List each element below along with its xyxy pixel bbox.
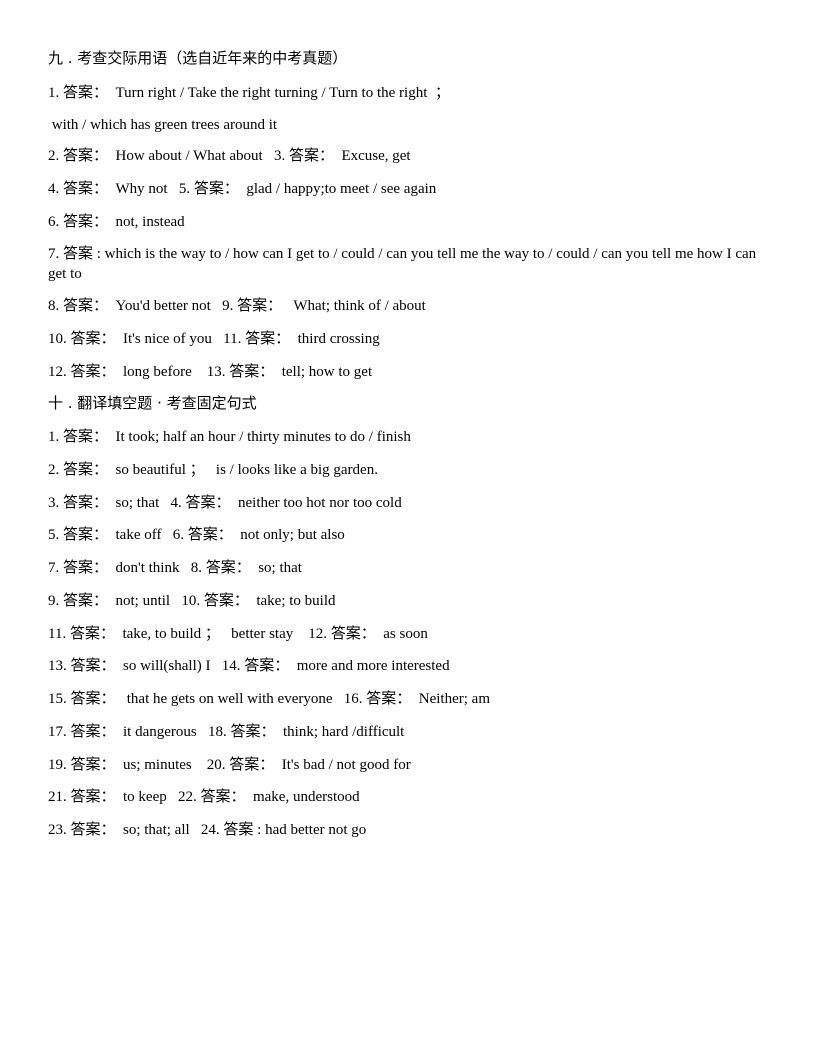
answer-line: 23. 答案： so; that; all 24. 答案 : had bette…: [48, 822, 367, 838]
answer-line: 15. 答案： that he gets on well with everyo…: [48, 691, 490, 707]
answer-line: 21. 答案： to keep 22. 答案： make, understood: [48, 789, 360, 805]
answer-line: 19. 答案： us; minutes 20. 答案： It's bad / n…: [48, 757, 411, 773]
answer-line: 3. 答案： so; that 4. 答案： neither too hot n…: [48, 495, 402, 511]
answer-line: 1. 答案： It took; half an hour / thirty mi…: [48, 429, 411, 445]
answer-line: 17. 答案： it dangerous 18. 答案： think; hard…: [48, 724, 405, 740]
answer-line: 11. 答案： take, to build ； better stay 12.…: [48, 626, 428, 642]
answer-line: 8. 答案： You'd better not 9. 答案： What; thi…: [48, 298, 426, 314]
answer-line: 4. 答案： Why not 5. 答案： glad / happy;to me…: [48, 181, 437, 197]
answer-line: 10. 答案： It's nice of you 11. 答案： third c…: [48, 331, 380, 347]
answer-line: 7. 答案： don't think 8. 答案： so; that: [48, 560, 302, 576]
answer-line: with / which has green trees around it: [48, 117, 278, 133]
answer-line: 6. 答案： not, instead: [48, 214, 185, 230]
section-10-title: 十 . 翻译填空题 · 考查固定句式: [48, 394, 257, 412]
answer-line: 2. 答案： How about / What about 3. 答案： Exc…: [48, 148, 411, 164]
answer-line: 13. 答案： so will(shall) I 14. 答案： more an…: [48, 658, 450, 674]
answer-line: 2. 答案： so beautiful ； is / looks like a …: [48, 462, 378, 478]
answer-line: 1. 答案： Turn right / Take the right turni…: [48, 85, 450, 101]
answer-line: 9. 答案： not; until 10. 答案： take; to build: [48, 593, 336, 609]
answer-line: 7. 答案 : which is the way to / how can I …: [48, 246, 757, 282]
answer-line: 5. 答案： take off 6. 答案： not only; but als…: [48, 527, 345, 543]
answer-line: 12. 答案： long before 13. 答案： tell; how to…: [48, 364, 373, 380]
section-9-title: 九 . 考查交际用语（选自近年来的中考真题）: [48, 49, 348, 67]
document-page: 九 . 考查交际用语（选自近年来的中考真题） 1. 答案： Turn right…: [0, 0, 816, 1056]
